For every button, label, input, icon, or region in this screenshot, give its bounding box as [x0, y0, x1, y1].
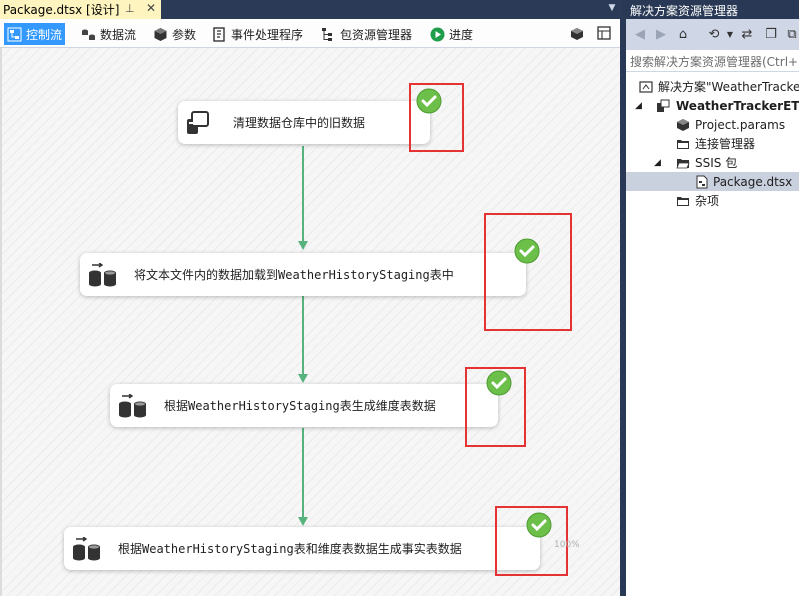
tree-item-miscellaneous[interactable]: 杂项	[626, 191, 799, 210]
solution-explorer-toolbar: ◀ ▶ ⌂ ⟲ ▼ ⇄ ❐ ⧉	[626, 19, 799, 50]
tree-item-solution[interactable]: 解决方案"WeatherTracker"	[626, 77, 799, 96]
folder-icon	[676, 137, 690, 151]
tab-label: 事件处理程序	[231, 27, 304, 42]
ssis-project-icon	[656, 99, 670, 113]
tree-item-label: WeatherTrackerETL	[676, 98, 799, 113]
task-label: 根据WeatherHistoryStaging表和维度表数据生成事实表数据	[118, 542, 462, 556]
solution-explorer-panel: 解决方案资源管理器 ◀ ▶ ⌂ ⟲ ▼ ⇄ ❐ ⧉ 搜索解决方案资源管理器(Ct…	[626, 0, 799, 596]
tree-item-ssis-packages[interactable]: ◢ SSIS 包	[626, 153, 799, 172]
collapse-all-icon[interactable]: ❐	[763, 27, 779, 43]
tab-dropdown-icon[interactable]: ▼	[606, 3, 618, 15]
tree-item-label: 杂项	[695, 194, 720, 208]
progress-icon	[430, 27, 445, 42]
chevron-down-icon[interactable]: ▼	[722, 27, 738, 43]
tree-item-package-dtsx[interactable]: Package.dtsx	[626, 172, 799, 191]
sync-icon[interactable]: ⇄	[739, 27, 755, 43]
execute-sql-task-icon	[186, 111, 212, 134]
task-label: 将文本文件内的数据加载到WeatherHistoryStaging表中	[134, 268, 454, 282]
parameters-icon	[153, 27, 168, 42]
task-data-flow-fact[interactable]: 根据WeatherHistoryStaging表和维度表数据生成事实表数据	[64, 527, 540, 570]
data-flow-task-icon	[88, 262, 116, 287]
pin-icon[interactable]: ⊥	[125, 2, 135, 15]
precedence-arrow-2	[298, 374, 308, 383]
document-tab-title: Package.dtsx [设计]	[3, 3, 120, 17]
tree-item-label: 解决方案"WeatherTracker"	[658, 80, 799, 94]
data-flow-task-icon	[72, 536, 100, 561]
tab-label: 控制流	[26, 27, 63, 42]
tab-label: 进度	[449, 27, 474, 42]
designer-tabs-bar: 控制流 数据流 参数 事件处理程序 包资源管理器 进度	[0, 19, 620, 48]
expanded-arrow-icon[interactable]: ◢	[654, 158, 661, 168]
highlight-box	[409, 83, 464, 152]
package-icon[interactable]	[569, 26, 585, 42]
tab-package-explorer[interactable]: 包资源管理器	[318, 23, 415, 45]
variables-icon[interactable]	[596, 25, 612, 41]
tree-item-label: Package.dtsx	[713, 174, 793, 189]
folder-icon	[676, 194, 690, 208]
precedence-constraint-2[interactable]	[302, 296, 304, 374]
document-tab-package[interactable]: Package.dtsx [设计] ⊥ ✕	[0, 0, 161, 19]
tree-item-label: Project.params	[695, 117, 786, 132]
expanded-arrow-icon[interactable]: ◢	[635, 101, 642, 111]
package-file-icon	[695, 175, 709, 189]
tree-item-project[interactable]: ◢ WeatherTrackerETL	[626, 96, 799, 115]
tab-data-flow[interactable]: 数据流	[78, 23, 139, 45]
document-tab-strip: Package.dtsx [设计] ⊥ ✕ ▼	[0, 0, 623, 19]
highlight-box	[465, 367, 526, 447]
task-label: 根据WeatherHistoryStaging表生成维度表数据	[164, 399, 436, 413]
data-flow-icon	[81, 27, 96, 42]
home-icon[interactable]: ⌂	[675, 27, 691, 43]
solution-explorer-search-input[interactable]: 搜索解决方案资源管理器(Ctrl+;)	[626, 50, 799, 72]
canvas-left-border	[0, 48, 2, 596]
copy-icon[interactable]: ⧉	[784, 27, 799, 43]
highlight-box	[484, 213, 572, 331]
precedence-constraint-3[interactable]	[302, 428, 304, 517]
task-execute-sql[interactable]: 清理数据仓库中的旧数据	[178, 101, 430, 144]
zoom-label[interactable]: 100%	[554, 540, 580, 550]
package-explorer-icon	[321, 27, 336, 42]
tree-item-project-params[interactable]: Project.params	[626, 115, 799, 134]
solution-explorer-title: 解决方案资源管理器	[626, 0, 799, 19]
tab-parameters[interactable]: 参数	[150, 23, 199, 45]
task-data-flow-load-staging[interactable]: 将文本文件内的数据加载到WeatherHistoryStaging表中	[80, 253, 526, 296]
precedence-arrow-3	[298, 517, 308, 526]
precedence-arrow-1	[298, 241, 308, 250]
tab-event-handlers[interactable]: 事件处理程序	[209, 23, 306, 45]
forward-icon[interactable]: ▶	[653, 27, 669, 43]
task-label: 清理数据仓库中的旧数据	[233, 116, 366, 130]
tab-label: 数据流	[100, 27, 137, 42]
back-icon[interactable]: ◀	[632, 27, 648, 43]
tree-item-label: 连接管理器	[695, 137, 756, 151]
precedence-constraint-1[interactable]	[302, 146, 304, 241]
tab-label: 包资源管理器	[340, 27, 413, 42]
tree-item-connection-managers[interactable]: 连接管理器	[626, 134, 799, 153]
params-icon	[676, 118, 690, 132]
history-icon[interactable]: ⟲	[706, 27, 722, 43]
tab-label: 参数	[172, 27, 197, 42]
solution-icon	[639, 80, 653, 94]
folder-open-icon	[676, 156, 690, 170]
event-handlers-icon	[212, 26, 227, 42]
tree-item-label: SSIS 包	[695, 156, 738, 170]
data-flow-task-icon	[118, 393, 146, 418]
close-icon[interactable]: ✕	[146, 1, 156, 15]
control-flow-canvas[interactable]: 清理数据仓库中的旧数据 将文本文件内的数据加载到WeatherHistorySt…	[0, 48, 620, 596]
control-flow-icon	[7, 27, 22, 42]
task-data-flow-dimensions[interactable]: 根据WeatherHistoryStaging表生成维度表数据	[110, 384, 498, 427]
tab-control-flow[interactable]: 控制流	[4, 23, 66, 45]
tab-progress[interactable]: 进度	[427, 23, 476, 45]
